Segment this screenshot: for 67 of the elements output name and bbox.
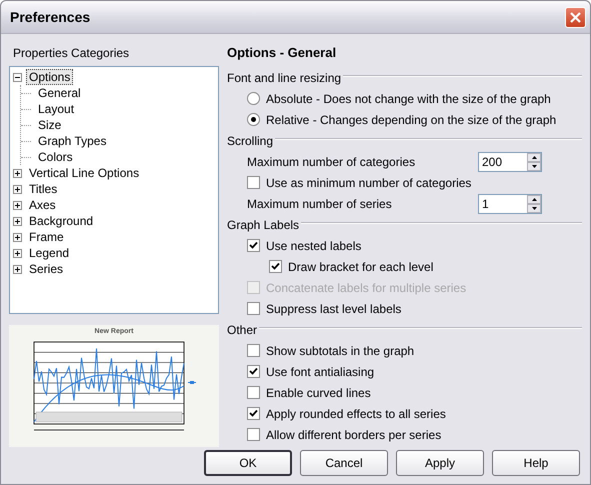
option-label: Concatenate labels for multiple series bbox=[266, 280, 466, 294]
tree-item[interactable]: Colors bbox=[35, 149, 76, 165]
tree-item[interactable]: Size bbox=[35, 117, 64, 133]
tree-item[interactable]: Options bbox=[26, 69, 74, 85]
tree-item[interactable]: Axes bbox=[26, 197, 59, 213]
option-label: Use nested labels bbox=[266, 238, 362, 252]
panel-label: Properties Categories bbox=[12, 45, 130, 62]
collapse-icon[interactable] bbox=[13, 72, 22, 82]
window-title: Preferences bbox=[10, 9, 90, 25]
tree-item[interactable]: Graph Types bbox=[35, 133, 110, 149]
spin-up-button[interactable] bbox=[527, 194, 541, 204]
number-spinner[interactable]: 200 bbox=[478, 152, 542, 172]
dialog-button[interactable]: Cancel bbox=[300, 450, 388, 476]
tree-item[interactable]: Titles bbox=[26, 181, 60, 197]
radio-button[interactable] bbox=[247, 92, 260, 105]
option-label: Suppress last level labels bbox=[266, 302, 402, 316]
spin-up-button[interactable] bbox=[527, 152, 541, 162]
option-label: Show subtotals in the graph bbox=[266, 344, 414, 358]
down-arrow-icon bbox=[532, 164, 536, 168]
checkbox[interactable] bbox=[269, 260, 282, 273]
tree-item[interactable]: Frame bbox=[26, 229, 67, 245]
tree-item[interactable]: Vertical Line Options bbox=[26, 165, 142, 181]
dialog-button[interactable]: Help bbox=[492, 450, 580, 476]
down-arrow-icon bbox=[532, 206, 536, 210]
group-title: Scrolling bbox=[227, 134, 274, 148]
expand-icon[interactable] bbox=[13, 232, 22, 242]
option-label: Apply rounded effects to all series bbox=[266, 406, 446, 420]
option-label: Draw bracket for each level bbox=[288, 260, 434, 274]
number-spinner[interactable]: 1 bbox=[478, 194, 542, 214]
checkbox[interactable] bbox=[247, 344, 260, 357]
option-label: Relative - Changes depending on the size of the graph bbox=[266, 112, 556, 126]
group-title: Other bbox=[227, 322, 258, 336]
expand-icon[interactable] bbox=[13, 184, 22, 194]
tree-item[interactable]: General bbox=[35, 85, 84, 101]
option-label: Absolute - Does not change with the size of the graph bbox=[266, 92, 551, 106]
field-label: Maximum number of series bbox=[247, 196, 392, 210]
expand-icon[interactable] bbox=[13, 216, 22, 226]
expand-icon[interactable] bbox=[13, 200, 22, 210]
checkbox[interactable] bbox=[247, 302, 260, 315]
expand-icon[interactable] bbox=[13, 264, 22, 274]
option-label: Use font antialiasing bbox=[266, 364, 374, 378]
checkbox[interactable] bbox=[247, 176, 260, 189]
up-arrow-icon bbox=[532, 156, 536, 158]
checkbox[interactable] bbox=[247, 407, 260, 420]
option-label: Allow different borders per series bbox=[266, 428, 442, 442]
checkbox[interactable] bbox=[247, 239, 260, 252]
field-label: Maximum number of categories bbox=[247, 154, 416, 168]
group-title: Font and line resizing bbox=[227, 70, 342, 84]
expand-icon[interactable] bbox=[13, 168, 22, 178]
tree-item[interactable]: Legend bbox=[26, 245, 72, 261]
section-heading: Options - General bbox=[227, 44, 338, 62]
tree-item[interactable]: Series bbox=[26, 261, 66, 277]
close-icon bbox=[569, 10, 582, 24]
checkbox[interactable] bbox=[247, 428, 260, 441]
tree-item[interactable]: Background bbox=[26, 213, 96, 229]
up-arrow-icon bbox=[532, 198, 536, 200]
option-label: Use as minimum number of categories bbox=[266, 176, 472, 190]
checkbox[interactable] bbox=[247, 386, 260, 399]
option-label: Enable curved lines bbox=[266, 386, 371, 400]
dialog-button[interactable]: Apply bbox=[396, 450, 484, 476]
close-button[interactable] bbox=[565, 6, 586, 28]
group-title: Graph Labels bbox=[227, 218, 300, 232]
dialog-button[interactable]: OK bbox=[204, 450, 292, 476]
radio-button[interactable] bbox=[247, 113, 260, 126]
expand-icon[interactable] bbox=[13, 248, 22, 258]
checkbox[interactable] bbox=[247, 365, 260, 378]
tree-item[interactable]: Layout bbox=[35, 101, 78, 117]
